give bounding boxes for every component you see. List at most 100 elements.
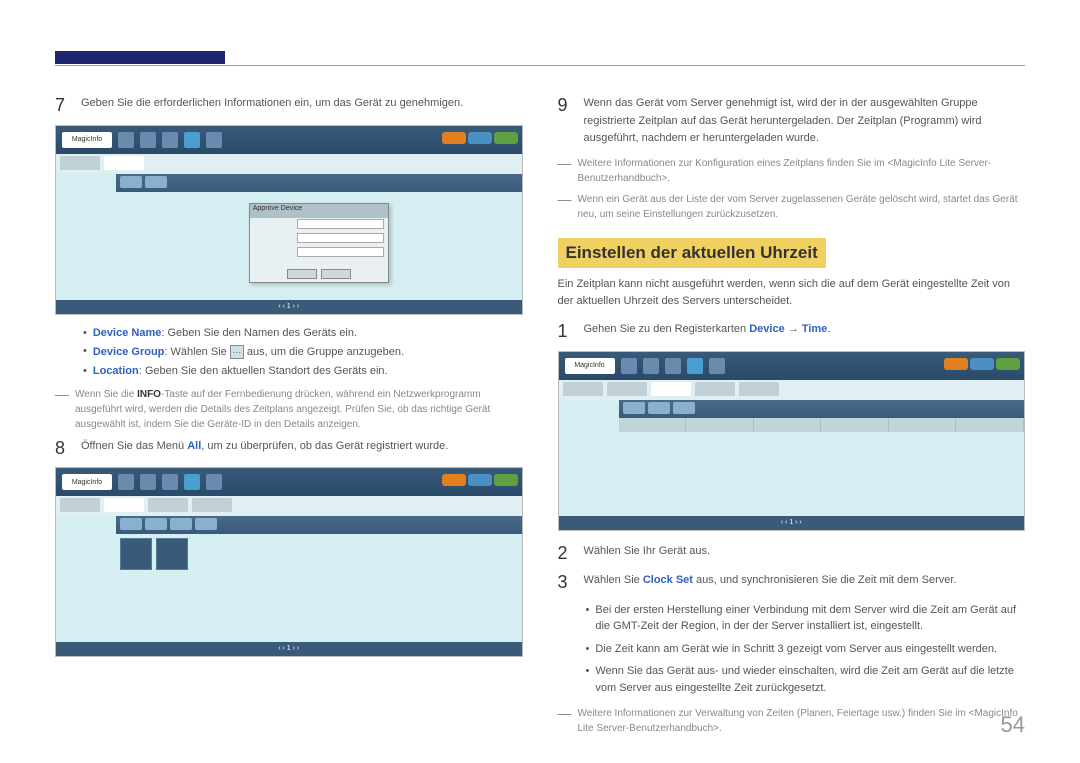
- toolbar-btn: [673, 402, 695, 414]
- nav-icon: [184, 132, 200, 148]
- pill: [970, 358, 994, 370]
- sidebar: [56, 174, 116, 300]
- toolbar-btn: [145, 518, 167, 530]
- toolbar-btn: [170, 518, 192, 530]
- main-area: [619, 400, 1025, 516]
- nav-icon: [140, 474, 156, 490]
- status-pills: [442, 132, 518, 144]
- device-fields-list: Device Name: Geben Sie den Namen des Ger…: [83, 327, 523, 377]
- toolbar-btn: [120, 518, 142, 530]
- th: [754, 418, 822, 432]
- step-text: Geben Sie die erforderlichen Information…: [81, 95, 523, 117]
- header-bar: [55, 51, 225, 64]
- note-9b: ― Wenn ein Gerät aus der Liste der vom S…: [558, 192, 1026, 222]
- toolbar-btn: [120, 176, 142, 188]
- step-number: 9: [558, 95, 572, 148]
- step-9: 9 Wenn das Gerät vom Server genehmigt is…: [558, 95, 1026, 148]
- step-3: 3 Wählen Sie Clock Set aus, und synchron…: [558, 572, 1026, 594]
- tab: [563, 382, 603, 396]
- note-step7: ― Wenn Sie die INFO-Taste auf der Fernbe…: [55, 387, 523, 432]
- info-key: INFO: [137, 389, 161, 400]
- all-menu: All: [187, 440, 201, 452]
- pill: [944, 358, 968, 370]
- magicinfo-logo: MagicInfo: [565, 358, 615, 374]
- toolbar-btn: [648, 402, 670, 414]
- toolbar: [619, 400, 1025, 418]
- list-item: Die Zeit kann am Gerät wie in Schritt 3 …: [586, 641, 1026, 658]
- nav-icon: [709, 358, 725, 374]
- section-heading: Einstellen der aktuellen Uhrzeit: [558, 238, 826, 268]
- two-column-layout: 7 Geben Sie die erforderlichen Informati…: [55, 95, 1025, 742]
- list-item: Device Group: Wählen Sie ··· aus, um die…: [83, 345, 523, 359]
- modal-input: [297, 247, 384, 257]
- tabs: [559, 380, 1025, 400]
- tab: [695, 382, 735, 396]
- main-area: [116, 516, 522, 642]
- magicinfo-logo: MagicInfo: [62, 132, 112, 148]
- nav-icon: [621, 358, 637, 374]
- list-item: Location: Geben Sie den aktuellen Stando…: [83, 365, 523, 377]
- tab: [739, 382, 779, 396]
- nav-icon: [184, 474, 200, 490]
- step-number: 3: [558, 572, 572, 594]
- status-pills: [944, 358, 1020, 370]
- device-tab: Device: [749, 323, 784, 335]
- paginator: ‹ ‹ 1 › ›: [56, 642, 522, 656]
- bullet-icon: [83, 327, 87, 339]
- app-topbar: MagicInfo: [56, 468, 522, 496]
- pill: [468, 474, 492, 486]
- toolbar-btn: [195, 518, 217, 530]
- step-2: 2 Wählen Sie Ihr Gerät aus.: [558, 543, 1026, 565]
- nav-icon: [162, 474, 178, 490]
- list-item: Bei der ersten Herstellung einer Verbind…: [586, 602, 1026, 635]
- sidebar: [56, 516, 116, 642]
- main-area: Approve Device: [116, 174, 522, 300]
- list-item: Device Name: Geben Sie den Namen des Ger…: [83, 327, 523, 339]
- dash-icon: ―: [55, 387, 69, 432]
- right-column: 9 Wenn das Gerät vom Server genehmigt is…: [558, 95, 1026, 742]
- nav-icon: [162, 132, 178, 148]
- nav-icon: [665, 358, 681, 374]
- bullet-icon: [83, 345, 87, 359]
- tab: [148, 498, 188, 512]
- step-number: 2: [558, 543, 572, 565]
- tab: [104, 498, 144, 512]
- tab: [60, 498, 100, 512]
- step-8: 8 Öffnen Sie das Menü All, um zu überprü…: [55, 438, 523, 460]
- tabs: [56, 154, 522, 174]
- tab: [60, 156, 100, 170]
- nav-icon: [140, 132, 156, 148]
- step-number: 7: [55, 95, 69, 117]
- step-text: Wählen Sie Ihr Gerät aus.: [584, 543, 1026, 565]
- nav-icon: [206, 474, 222, 490]
- pill: [494, 474, 518, 486]
- paginator: ‹ ‹ 1 › ›: [56, 300, 522, 314]
- tabs: [56, 496, 522, 516]
- step-text: Wählen Sie Clock Set aus, und synchronis…: [584, 572, 1026, 594]
- left-column: 7 Geben Sie die erforderlichen Informati…: [55, 95, 523, 742]
- location-label: Location: [93, 365, 139, 377]
- bullet-icon: [586, 663, 590, 696]
- screenshot-time-tab: MagicInfo: [558, 351, 1026, 531]
- app-topbar: MagicInfo: [559, 352, 1025, 380]
- magicinfo-logo: MagicInfo: [62, 474, 112, 490]
- step-text: Wenn das Gerät vom Server genehmigt ist,…: [584, 95, 1026, 148]
- thumbnails: [116, 534, 522, 574]
- time-tab: Time: [802, 323, 827, 335]
- step-number: 8: [55, 438, 69, 460]
- modal-input: [297, 219, 384, 229]
- pill: [996, 358, 1020, 370]
- nav-icon: [687, 358, 703, 374]
- list-item: Wenn Sie das Gerät aus- und wieder einsc…: [586, 663, 1026, 696]
- paginator: ‹ ‹ 1 › ›: [559, 516, 1025, 530]
- dash-icon: ―: [558, 156, 572, 186]
- th: [619, 418, 687, 432]
- nav-icon: [206, 132, 222, 148]
- device-group-label: Device Group: [93, 346, 165, 358]
- approve-modal: Approve Device: [249, 203, 389, 283]
- pill: [442, 132, 466, 144]
- th: [889, 418, 957, 432]
- toolbar-btn: [623, 402, 645, 414]
- browse-icon: ···: [230, 345, 244, 359]
- page-number: 54: [1001, 712, 1025, 738]
